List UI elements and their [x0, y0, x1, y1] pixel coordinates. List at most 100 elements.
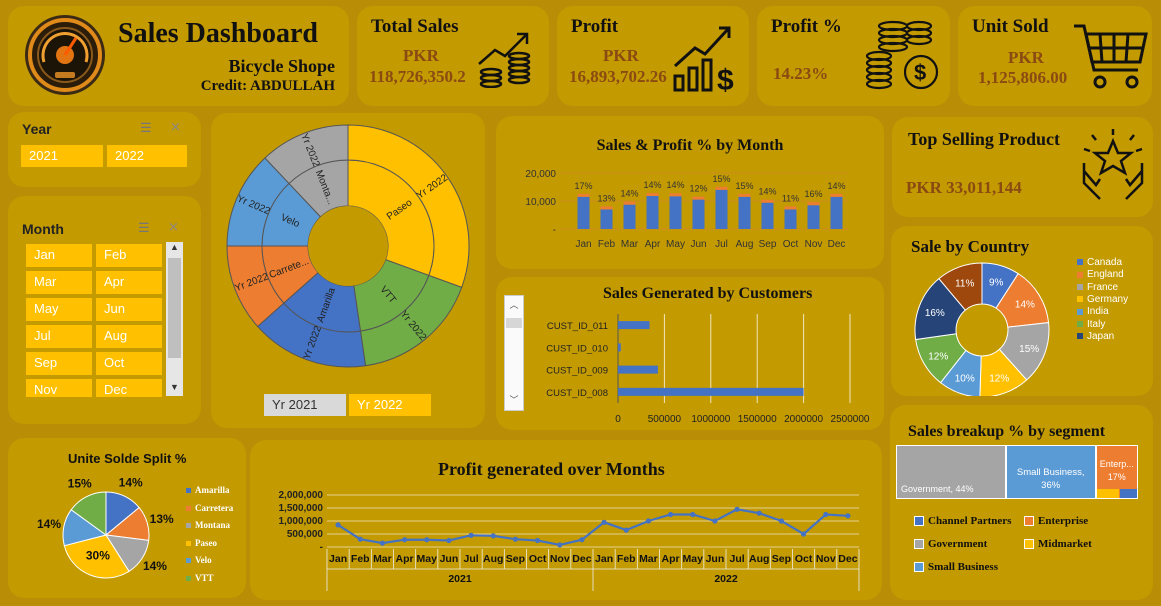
legend-item: VTT: [186, 573, 214, 583]
bar[interactable]: [618, 387, 804, 396]
treemap-tile[interactable]: Small Business, 36%: [1005, 445, 1096, 499]
profit-bar-segment[interactable]: [646, 192, 659, 196]
slicer-item-month[interactable]: Mar: [26, 271, 92, 294]
slicer-item-month[interactable]: Jul: [26, 325, 92, 348]
slicer-item-month[interactable]: Jun: [96, 298, 162, 321]
subtile-channel[interactable]: [1120, 489, 1137, 498]
data-point[interactable]: [623, 527, 629, 533]
clear-filter-icon[interactable]: ⨯: [168, 219, 179, 235]
monthly-bar-card: Sales & Profit % by Month 20,000 10,000-1…: [496, 116, 884, 269]
x-tick-label: Apr: [662, 553, 680, 565]
bar[interactable]: [618, 365, 658, 374]
bar[interactable]: [738, 196, 751, 229]
profit-bar-segment[interactable]: [715, 186, 728, 190]
bar[interactable]: [807, 205, 820, 229]
bar[interactable]: [830, 196, 843, 229]
slicer-item-month[interactable]: Feb: [96, 244, 162, 267]
bar[interactable]: [715, 189, 728, 229]
x-tick-label: 1500000: [738, 414, 777, 425]
x-tick-label: 2500000: [831, 414, 870, 425]
slicer-item-yr2022[interactable]: Yr 2022: [349, 394, 431, 416]
data-label: 15%: [735, 181, 753, 191]
slicer-item-2022[interactable]: 2022: [107, 145, 187, 167]
slicer-item-month[interactable]: May: [26, 298, 92, 321]
bar[interactable]: [600, 209, 613, 229]
sunburst-card: Paseo Yr 2022 VTT Yr 2022 Amarilla Yr 2022 Car…: [211, 113, 485, 428]
slicer-item-month[interactable]: Aug: [96, 325, 162, 348]
top-product-value: PKR 33,011,144: [906, 178, 1022, 197]
data-point[interactable]: [778, 518, 785, 524]
bar[interactable]: [577, 196, 590, 229]
bar[interactable]: [761, 202, 774, 229]
bar[interactable]: [618, 321, 650, 330]
data-point[interactable]: [335, 522, 341, 528]
data-point[interactable]: [424, 537, 430, 543]
credit-text: Credit: ABDULLAH: [200, 78, 335, 94]
bar[interactable]: [669, 196, 682, 229]
data-point[interactable]: [512, 536, 519, 542]
scroll-up-icon[interactable]: ▲: [166, 242, 183, 256]
data-point[interactable]: [468, 532, 474, 538]
x-tick-label: Aug: [736, 239, 754, 250]
data-point[interactable]: [579, 537, 585, 543]
profit-bar-segment[interactable]: [738, 193, 751, 197]
slicer-item-month[interactable]: Dec: [96, 379, 162, 397]
slicer-item-month[interactable]: Jan: [26, 244, 92, 267]
data-point[interactable]: [690, 511, 696, 518]
bar[interactable]: [784, 209, 797, 229]
slice-label: 14%: [37, 517, 61, 531]
profit-bar-segment[interactable]: [761, 199, 774, 203]
profit-bar-segment[interactable]: [807, 202, 820, 206]
data-point[interactable]: [379, 540, 386, 546]
data-point[interactable]: [401, 537, 408, 543]
bar[interactable]: [692, 199, 705, 229]
data-point[interactable]: [712, 518, 718, 524]
growth-coins-icon: [478, 32, 531, 88]
data-point[interactable]: [534, 537, 541, 544]
multi-select-icon[interactable]: ☰: [138, 220, 150, 236]
data-point[interactable]: [823, 511, 829, 518]
data-point[interactable]: [734, 506, 740, 512]
data-point[interactable]: [756, 510, 762, 516]
clear-filter-icon[interactable]: ⨯: [170, 119, 181, 135]
bar[interactable]: [646, 195, 659, 229]
data-point[interactable]: [357, 536, 363, 542]
x-tick-label: 0: [615, 414, 621, 425]
slicer-item-month[interactable]: Apr: [96, 271, 162, 294]
profit-bar-segment[interactable]: [669, 193, 682, 197]
bar[interactable]: [618, 343, 621, 352]
data-point[interactable]: [845, 513, 851, 519]
slice-label: 12%: [928, 351, 948, 362]
x-tick-label: Feb: [598, 239, 616, 250]
scroll-thumb[interactable]: [168, 258, 181, 358]
subtile-midmarket[interactable]: [1096, 489, 1119, 498]
y-tick-label: 2,000,000: [279, 490, 324, 501]
multi-select-icon[interactable]: ☰: [140, 120, 152, 136]
scroll-down-icon[interactable]: ▼: [166, 382, 183, 396]
treemap-tile[interactable]: Government, 44%: [896, 445, 1006, 499]
slice-label: 14%: [143, 559, 167, 573]
month-scrollbar[interactable]: ▲ ▼: [166, 242, 183, 396]
slicer-item-2021[interactable]: 2021: [21, 145, 103, 167]
data-point[interactable]: [557, 542, 563, 548]
data-point[interactable]: [490, 533, 496, 539]
data-point[interactable]: [601, 519, 607, 525]
profit-bar-segment[interactable]: [784, 206, 797, 210]
slicer-item-month[interactable]: Nov: [26, 379, 92, 397]
profit-bar-segment[interactable]: [623, 201, 636, 205]
x-tick-label: Jun: [690, 239, 706, 250]
treemap-tile[interactable]: Enterp... 17%: [1095, 445, 1138, 499]
data-point[interactable]: [645, 518, 652, 524]
profit-bar-segment[interactable]: [600, 206, 613, 210]
profit-bar-segment[interactable]: [692, 196, 705, 200]
profit-bar-segment[interactable]: [577, 193, 590, 197]
data-point[interactable]: [667, 511, 674, 518]
bar[interactable]: [623, 204, 636, 229]
slicer-item-yr2021[interactable]: Yr 2021: [264, 394, 346, 416]
profit-bar-segment[interactable]: [830, 193, 843, 197]
data-point[interactable]: [800, 531, 807, 537]
slicer-item-month[interactable]: Oct: [96, 352, 162, 375]
slicer-item-month[interactable]: Sep: [26, 352, 92, 375]
data-point[interactable]: [446, 537, 452, 544]
data-label: 14%: [827, 181, 845, 191]
